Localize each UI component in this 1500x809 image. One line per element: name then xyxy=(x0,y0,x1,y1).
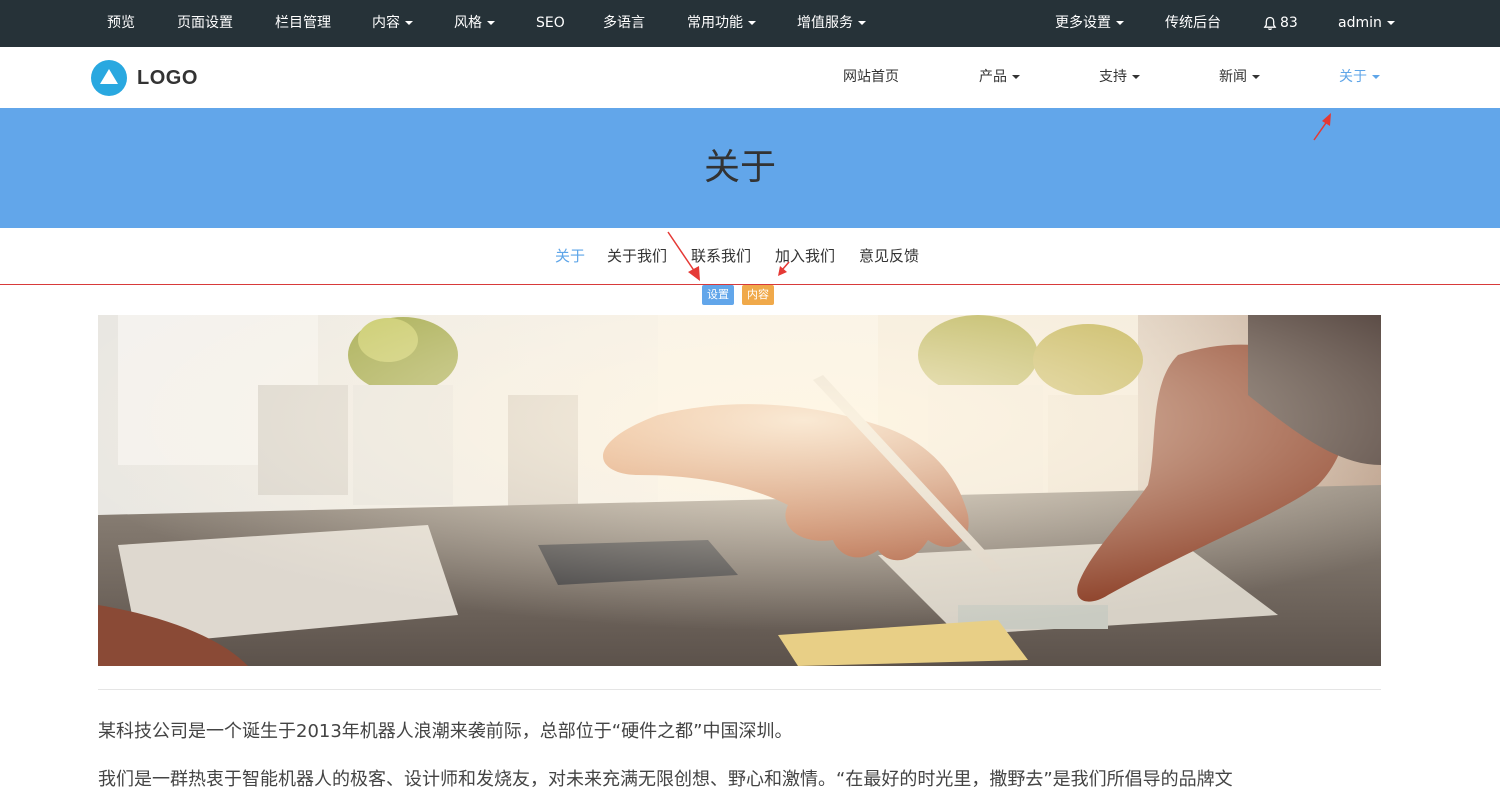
nav-news-label: 新闻 xyxy=(1219,69,1247,85)
sub-navigation: 关于 关于我们 联系我们 加入我们 意见反馈 xyxy=(0,228,1500,285)
intro-paragraph-1: 某科技公司是一个诞生于2013年机器人浪潮来袭前际，总部位于“硬件之都”中国深圳… xyxy=(98,721,793,742)
subnav-join-us[interactable]: 加入我们 xyxy=(775,228,835,284)
nav-about-label: 关于 xyxy=(1339,69,1367,85)
chevron-down-icon xyxy=(1012,75,1020,79)
content-badge-button[interactable]: 内容 xyxy=(742,285,774,305)
nav-support-label: 支持 xyxy=(1099,69,1127,85)
more-settings-label: 更多设置 xyxy=(1055,15,1111,31)
more-settings-menu[interactable]: 更多设置 xyxy=(1055,0,1124,47)
notification-count: 83 xyxy=(1280,15,1298,31)
page-settings-button[interactable]: 页面设置 xyxy=(177,0,233,47)
logo-text: LOGO xyxy=(137,66,198,89)
page-banner: 关于 xyxy=(0,108,1500,228)
nav-news[interactable]: 新闻 xyxy=(1219,47,1260,108)
site-header: LOGO 网站首页 产品 支持 新闻 关于 xyxy=(0,47,1500,109)
common-functions-label: 常用功能 xyxy=(687,15,743,31)
style-menu[interactable]: 风格 xyxy=(454,0,495,47)
nav-support[interactable]: 支持 xyxy=(1099,47,1140,108)
multilanguage-button[interactable]: 多语言 xyxy=(603,0,645,47)
value-added-services-menu[interactable]: 增值服务 xyxy=(797,0,866,47)
chevron-down-icon xyxy=(748,21,756,25)
content-menu[interactable]: 内容 xyxy=(372,0,413,47)
style-menu-label: 风格 xyxy=(454,15,482,31)
divider xyxy=(98,689,1381,690)
nav-about[interactable]: 关于 xyxy=(1339,47,1380,108)
username: admin xyxy=(1338,15,1382,31)
notifications-button[interactable]: 83 xyxy=(1263,0,1298,47)
chevron-down-icon xyxy=(405,21,413,25)
column-management-button[interactable]: 栏目管理 xyxy=(275,0,331,47)
common-functions-menu[interactable]: 常用功能 xyxy=(687,0,756,47)
classic-backend-link[interactable]: 传统后台 xyxy=(1165,0,1221,47)
chevron-down-icon xyxy=(1372,75,1380,79)
subnav-about[interactable]: 关于 xyxy=(555,228,585,284)
chevron-down-icon xyxy=(1386,21,1395,25)
nav-products[interactable]: 产品 xyxy=(979,47,1020,108)
chevron-down-icon xyxy=(1116,21,1124,25)
chevron-down-icon xyxy=(487,21,495,25)
subnav-contact-us[interactable]: 联系我们 xyxy=(691,228,751,284)
subnav-feedback[interactable]: 意见反馈 xyxy=(859,228,919,284)
seo-button[interactable]: SEO xyxy=(536,0,565,47)
chevron-down-icon xyxy=(1132,75,1140,79)
logo-triangle-icon xyxy=(91,60,127,96)
value-added-services-label: 增值服务 xyxy=(797,15,853,31)
site-logo[interactable]: LOGO xyxy=(91,60,198,96)
admin-toolbar: 预览 页面设置 栏目管理 内容 风格 SEO 多语言 常用功能 增值服务 更多设… xyxy=(0,0,1500,47)
chevron-down-icon xyxy=(1252,75,1260,79)
settings-badge-button[interactable]: 设置 xyxy=(702,285,734,305)
intro-paragraph-2: 我们是一群热衷于智能机器人的极客、设计师和发烧友，对未来充满无限创想、野心和激情… xyxy=(98,769,1233,790)
subnav-about-us[interactable]: 关于我们 xyxy=(607,228,667,284)
preview-button[interactable]: 预览 xyxy=(107,0,135,47)
nav-products-label: 产品 xyxy=(979,69,1007,85)
content-menu-label: 内容 xyxy=(372,15,400,31)
chevron-down-icon xyxy=(858,21,866,25)
page-title: 关于 xyxy=(703,147,776,188)
nav-home[interactable]: 网站首页 xyxy=(843,47,899,108)
hero-image xyxy=(98,315,1381,666)
bell-icon xyxy=(1263,16,1277,30)
user-menu[interactable]: admin xyxy=(1338,0,1395,47)
